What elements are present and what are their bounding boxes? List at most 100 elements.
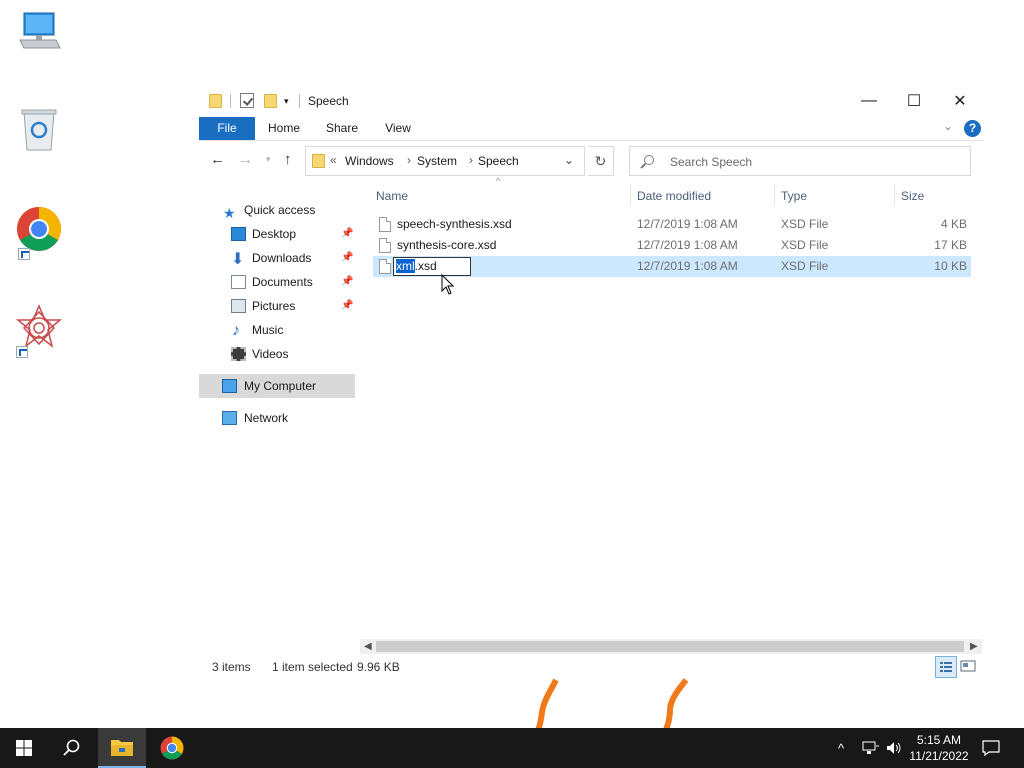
expand-ribbon-icon[interactable]: ⌄ [943, 119, 953, 133]
shortcut-arrow-icon [18, 248, 30, 260]
column-header-type[interactable]: Type [781, 189, 807, 203]
taskbar-chrome[interactable] [148, 728, 196, 768]
orange-annotation-strokes [535, 678, 689, 730]
large-icons-view-icon[interactable] [958, 656, 980, 678]
chevron-right-icon[interactable]: › [469, 153, 473, 167]
maximize-button[interactable]: ☐ [891, 86, 937, 116]
tab-file[interactable]: File [199, 117, 255, 140]
network-tray-icon[interactable] [862, 728, 880, 768]
breadcrumb-windows[interactable]: Windows [345, 154, 394, 168]
folder-icon [312, 154, 325, 168]
chrome-icon [160, 736, 184, 760]
file-size: 17 KB [934, 238, 967, 252]
file-type: XSD File [781, 238, 829, 252]
film-icon [231, 347, 246, 361]
pin-icon[interactable]: 📌 [341, 222, 353, 246]
chrome-shortcut-icon[interactable] [16, 206, 66, 260]
column-divider[interactable] [894, 184, 895, 206]
rename-extension: .xsd [414, 259, 437, 273]
pin-icon[interactable]: 📌 [341, 294, 353, 318]
file-type: XSD File [781, 217, 829, 231]
pin-icon[interactable]: 📌 [341, 246, 353, 270]
rename-selected-text: xml [396, 259, 415, 273]
status-bar: 3 items 1 item selected 9.96 KB [199, 656, 984, 678]
chevron-down-icon[interactable]: ⌄ [564, 153, 574, 167]
overflow-crumb[interactable]: « [330, 153, 337, 167]
sidebar-item-network[interactable]: Network [199, 406, 355, 430]
recent-locations-icon[interactable]: ▾ [266, 154, 271, 165]
taskbar-clock[interactable]: 5:15 AM 11/21/2022 [904, 732, 974, 764]
rename-input[interactable]: xml.xsd [393, 257, 471, 276]
forward-button[interactable]: → [238, 151, 253, 168]
column-divider[interactable] [774, 184, 775, 206]
sidebar-item-documents[interactable]: Documents 📌 [199, 270, 355, 294]
chevron-right-icon[interactable]: › [407, 153, 411, 167]
start-button[interactable] [0, 728, 48, 768]
horizontal-scrollbar[interactable]: ◀ ▶ [360, 639, 982, 654]
recycle-bin-icon[interactable] [18, 106, 68, 156]
search-icon [644, 155, 654, 165]
mouse-cursor-icon [441, 274, 455, 295]
file-icon [379, 259, 391, 274]
sidebar-item-videos[interactable]: Videos [199, 342, 355, 366]
star-icon: ★ [223, 205, 236, 221]
music-note-icon: ♪ [232, 322, 240, 339]
computer-icon [222, 379, 237, 393]
column-divider[interactable] [630, 184, 631, 206]
scroll-left-icon[interactable]: ◀ [364, 639, 372, 654]
minimize-button[interactable]: — [846, 86, 892, 116]
sidebar-item-my-computer[interactable]: My Computer [199, 374, 355, 398]
volume-tray-icon[interactable] [886, 728, 902, 768]
properties-icon[interactable] [240, 93, 254, 108]
details-view-icon[interactable] [935, 656, 957, 678]
help-icon[interactable]: ? [964, 120, 981, 137]
file-size: 4 KB [940, 217, 967, 231]
network-icon [222, 411, 237, 425]
column-header-date[interactable]: Date modified [637, 189, 711, 203]
tab-home[interactable]: Home [260, 117, 308, 140]
scroll-right-icon[interactable]: ▶ [970, 639, 978, 654]
sidebar-item-desktop[interactable]: Desktop 📌 [199, 222, 355, 246]
tab-share[interactable]: Share [319, 117, 365, 140]
documents-icon [231, 275, 246, 289]
sidebar-item-music[interactable]: ♪ Music [199, 318, 355, 342]
address-bar[interactable]: « Windows › System › Speech ⌄ [305, 146, 585, 176]
folder-icon [111, 740, 133, 756]
back-button[interactable]: ← [210, 151, 225, 168]
app-shortcut-icon[interactable] [14, 304, 64, 358]
file-date: 12/7/2019 1:08 AM [637, 259, 738, 273]
file-size: 10 KB [934, 259, 967, 273]
notification-center-icon[interactable] [982, 728, 1000, 768]
pictures-icon [231, 299, 246, 313]
file-row-selected[interactable]: xml.xsd 12/7/2019 1:08 AM XSD File 10 KB [373, 256, 971, 277]
refresh-button[interactable]: ↻ [588, 146, 614, 176]
sidebar-item-pictures[interactable]: Pictures 📌 [199, 294, 355, 318]
breadcrumb-speech[interactable]: Speech [478, 154, 519, 168]
up-button[interactable]: ↑ [284, 151, 292, 168]
sidebar-item-quick-access[interactable]: ★ Quick access [199, 198, 355, 222]
new-folder-icon[interactable] [264, 94, 277, 108]
file-row[interactable]: synthesis-core.xsd 12/7/2019 1:08 AM XSD… [373, 235, 971, 256]
taskbar-file-explorer[interactable] [98, 728, 146, 768]
pin-icon[interactable]: 📌 [341, 270, 353, 294]
search-button[interactable] [48, 728, 96, 768]
customize-toolbar-icon[interactable]: ▾ [284, 96, 289, 107]
show-hidden-icons-button[interactable]: ^ [838, 728, 844, 768]
file-date: 12/7/2019 1:08 AM [637, 238, 738, 252]
search-placeholder: Search Speech [670, 155, 753, 169]
file-icon [379, 238, 391, 253]
sidebar-item-downloads[interactable]: ⬇ Downloads 📌 [199, 246, 355, 270]
close-button[interactable]: ✕ [937, 86, 983, 116]
title-bar: ▾ Speech — ☐ ✕ [199, 86, 984, 116]
scrollbar-thumb[interactable] [376, 641, 964, 652]
column-header-size[interactable]: Size [901, 189, 924, 203]
column-header-name[interactable]: Name [376, 189, 408, 203]
breadcrumb-system[interactable]: System [417, 154, 457, 168]
this-pc-icon[interactable] [16, 10, 66, 60]
navigation-pane: ★ Quick access Desktop 📌 ⬇ Downloads 📌 D… [199, 198, 355, 428]
file-row[interactable]: speech-synthesis.xsd 12/7/2019 1:08 AM X… [373, 214, 971, 235]
search-input[interactable]: Search Speech [629, 146, 971, 176]
search-icon [63, 739, 80, 756]
tab-view[interactable]: View [375, 117, 421, 140]
selected-size: 9.96 KB [357, 660, 400, 674]
